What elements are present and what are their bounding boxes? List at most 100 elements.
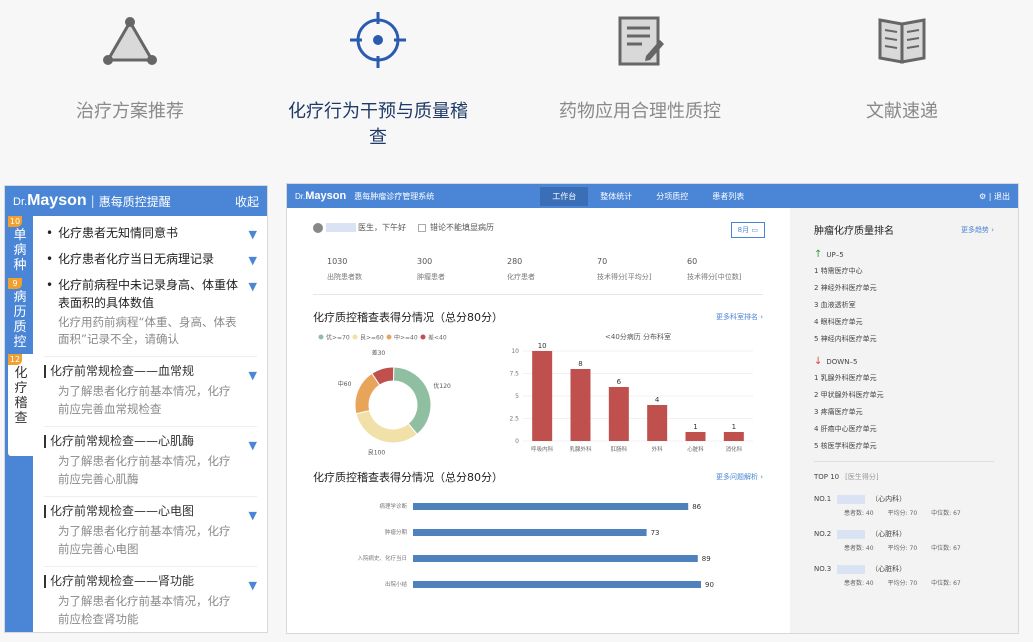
section-header: 化疗质控稽查表得分情况（总分80分） 更多问题解析 › [313,469,763,485]
stats-row: 1030 出院患者数 300 肿瘤患者 280 化疗患者 70 技术得分[平均分] 60… [313,257,763,295]
bar-value-label: 10 [538,342,547,350]
bar-value-label: 6 [617,378,622,386]
chevron-down-icon[interactable]: ▼ [249,367,257,385]
rank-item[interactable]: 5 神经内科医疗单元 [814,334,994,344]
tab-chemo-audit[interactable]: 12 化疗稽查 [8,354,34,456]
nav-overall-stats[interactable]: 整体统计 [588,187,644,206]
feature-treatment-plan[interactable]: 治疗方案推荐 [40,0,220,123]
bar[interactable] [685,432,706,441]
bar[interactable] [570,369,591,441]
greeting-row: 医生，下午好 错论不能填显病历 [313,222,763,233]
reminder-description: 化疗用药前病程“体重、身高、体表面积”记录不全，请确认 [58,315,237,346]
tab-label: 化疗稽查 [14,366,28,426]
hbar[interactable] [413,529,647,536]
tab-record-qc[interactable]: 9 病历质控 [8,278,32,350]
chevron-down-icon[interactable]: ▼ [249,507,257,525]
hbar[interactable] [413,555,698,562]
rank-item[interactable]: 5 核医学科医疗单元 [814,441,994,451]
more-trend-link[interactable]: 更多趋势 › [961,225,994,235]
rank-item[interactable]: 2 甲状腺外科医疗单元 [814,390,994,400]
pie-slice-优[interactable] [392,366,432,436]
settings-exit[interactable]: ⚙ | 退出 [979,191,1010,202]
month-selector[interactable]: 8月 ▭ [730,222,765,238]
section-title: 化疗质控稽查表得分情况（总分80分） [313,471,503,484]
bar[interactable] [532,351,553,441]
hbar[interactable] [413,581,701,588]
legend-label: 良>=60 [360,334,384,342]
top10-row[interactable]: NO.3 （心脏科） 患者数: 40 平均分: 70 中位数: 67 [814,564,994,587]
stat-card: 70 技术得分[平均分] [597,257,652,281]
pie-slice-良[interactable] [355,409,418,444]
bar[interactable] [608,387,629,441]
bar-chart-title: <40分病历 分布科室 [605,332,671,341]
tab-badge: 9 [8,278,22,289]
more-issue-analysis-link[interactable]: 更多问题解析 › [716,472,763,482]
x-tick-label: 外科 [652,445,664,453]
chevron-down-icon[interactable]: ▼ [249,577,257,595]
nav-workbench[interactable]: 工作台 [540,186,589,206]
arrow-down-icon: ↓ [814,356,823,367]
reminder-section[interactable]: 化疗前常规检查——心肌酶 为了解患者化疗前基本情况，化疗前应完善心肌酶 ▼ [44,426,257,496]
tab-single-disease[interactable]: 10 单病种 [8,216,32,274]
feature-chemo-audit[interactable]: 化疗行为干预与质量稽查 [288,0,468,149]
section-title: 化疗前常规检查——心肌酶 [44,435,239,448]
rank-item[interactable]: 1 特需医疗中心 [814,266,994,276]
section-title: 化疗前常规检查——肾功能 [44,575,239,588]
chevron-down-icon[interactable]: ▼ [249,437,257,455]
rank-item[interactable]: 2 神经外科医疗单元 [814,283,994,293]
nav-item-qc[interactable]: 分项质控 [644,187,700,206]
calendar-icon: ▭ [751,226,758,234]
rank-item[interactable]: 4 肝癌中心医疗单元 [814,424,994,434]
greeting-text: 医生，下午好 [358,223,406,232]
reminder-section[interactable]: 化疗前常规检查——心电图 为了解患者化疗前基本情况，化疗前应完善心电图 ▼ [44,496,257,566]
slice-label: 差30 [372,349,386,357]
chevron-down-icon[interactable]: ▼ [249,278,257,296]
feature-literature[interactable]: 文献速递 [812,0,992,123]
nav-patient-list[interactable]: 患者列表 [700,187,756,206]
reminder-item[interactable]: • 化疗患者无知情同意书 ▼ [44,224,257,242]
reminder-section[interactable]: 化疗前常规检查——肾功能 为了解患者化疗前基本情况，化疗前应检查肾功能 ▼ [44,566,257,632]
rank-item[interactable]: 1 乳腺外科医疗单元 [814,373,994,383]
bar[interactable] [647,405,668,441]
top10-doctors: TOP 10 [医生得分] NO.1 （心内科） 患者数: 40 平均分: 70 中位数… [814,461,994,587]
filter-checkbox[interactable] [418,223,426,232]
user-name-placeholder [326,223,356,232]
reminder-section[interactable]: 化疗前常规检查——血常规 为了解患者化疗前基本情况，化疗前应完善血常规检查 ▼ [44,356,257,426]
tab-label: 病历质控 [13,290,27,350]
legend-label: 差<40 [428,334,447,342]
x-tick-label: 心脏科 [687,445,704,453]
more-dept-ranking-link[interactable]: 更多科室排名 › [716,312,763,322]
chevron-down-icon[interactable]: ▼ [249,252,257,270]
hbar-category-label: 肿瘤分期 [385,528,408,536]
rank-item[interactable]: 3 疼痛医疗单元 [814,407,994,417]
top10-row[interactable]: NO.1 （心内科） 患者数: 40 平均分: 70 中位数: 67 [814,494,994,517]
feature-label: 文献速递 [866,101,938,122]
chevron-down-icon[interactable]: ▼ [249,226,257,244]
panel-title: 惠每质控提醒 [98,194,171,209]
collapse-button[interactable]: 收起 [235,193,259,210]
up-ranking: ↑ UP–5 1 特需医疗中心 2 神经外科医疗单元 3 血液透析室 4 眼科医疗… [814,249,994,344]
stat-card: 60 技术得分[中位数] [687,257,742,281]
stat-card: 280 化疗患者 [507,257,535,281]
reminder-item[interactable]: • 化疗前病程中未记录身高、体重体表面积的具体数值 化疗用药前病程“体重、身高、… [44,276,257,348]
vertical-tab-bar: 10 单病种 9 病历质控 12 化疗稽查 [5,216,34,632]
sidebar-title: 肿瘤化疗质量排名 [814,226,894,237]
section-header: 化疗质控稽查表得分情况（总分80分） 更多科室排名 › [313,309,763,325]
legend-swatch [386,334,392,340]
feature-drug-control[interactable]: 药物应用合理性质控 [550,0,730,123]
top10-row[interactable]: NO.2 （心脏科） 患者数: 40 平均分: 70 中位数: 67 [814,529,994,552]
x-tick-label: 乳腺外科 [569,445,592,453]
hbar-category-label: 病理学诊断 [379,502,407,510]
bar-value-label: 8 [578,360,582,368]
stat-card: 1030 出院患者数 [327,257,362,281]
rank-item[interactable]: 3 血液透析室 [814,300,994,310]
user-icon [313,222,323,233]
rank-item[interactable]: 4 眼科医疗单元 [814,317,994,327]
reminder-item[interactable]: • 化疗患者化疗当日无病理记录 ▼ [44,250,257,268]
system-title: 惠每肿瘤诊疗管理系统 [354,191,435,201]
bar[interactable] [723,432,744,441]
legend-label: 优>=70 [326,334,350,342]
hbar[interactable] [413,503,689,510]
feature-label: 治疗方案推荐 [76,101,184,122]
triangle-network-icon [40,0,220,80]
